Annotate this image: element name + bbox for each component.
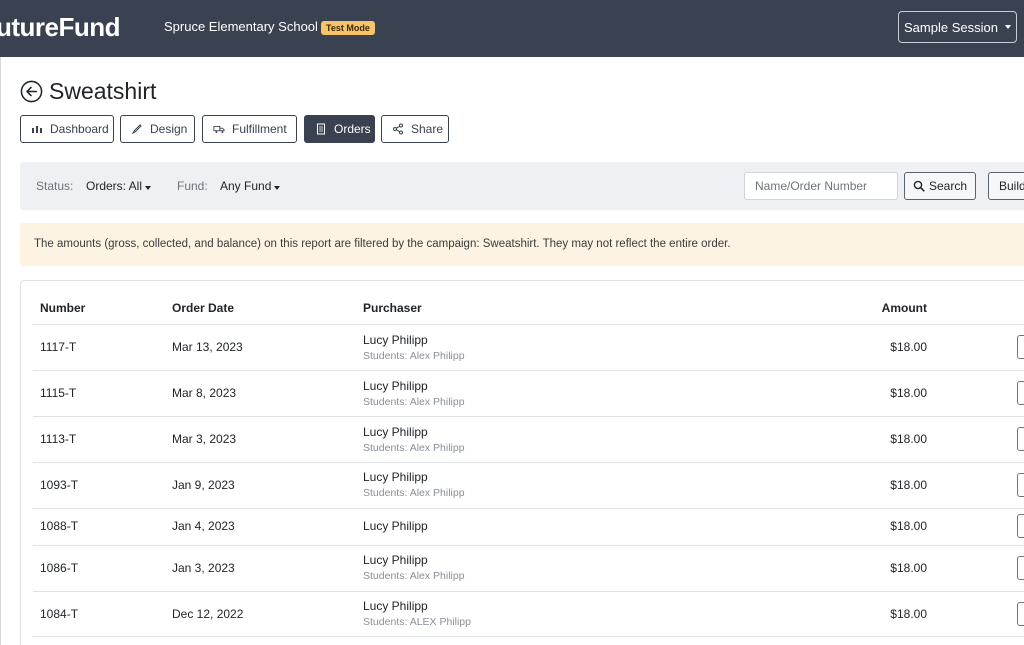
- fund-label: Fund:: [177, 179, 208, 193]
- dashboard-icon: [32, 126, 42, 133]
- search-icon: [913, 180, 925, 192]
- order-number[interactable]: 1117-T: [40, 340, 76, 354]
- caret-down-icon: [274, 186, 281, 190]
- test-mode-badge: Test Mode: [321, 21, 375, 35]
- order-date: Jan 4, 2023: [172, 519, 235, 533]
- school-name: Spruce Elementary School: [164, 19, 318, 34]
- order-amount: $18.00: [890, 561, 927, 575]
- receipt-icon: [317, 123, 325, 135]
- purchaser-name: Lucy Philipp: [363, 599, 428, 613]
- campaign-filter-notice: The amounts (gross, collected, and balan…: [20, 223, 1024, 266]
- purchaser-students: Students: ALEX Philipp: [363, 616, 471, 628]
- purchaser-students: Students: Alex Philipp: [363, 442, 465, 454]
- column-header-purchaser[interactable]: Purchaser: [363, 301, 422, 315]
- order-number[interactable]: 1113-T: [40, 432, 76, 446]
- share-button[interactable]: Share: [381, 115, 449, 143]
- caret-down-icon: [145, 186, 152, 190]
- dashboard-button[interactable]: Dashboard: [20, 115, 114, 143]
- row-divider: [33, 370, 1024, 371]
- order-date: Mar 8, 2023: [172, 386, 237, 400]
- row-divider: [33, 462, 1024, 463]
- purchaser-name: Lucy Philipp: [363, 333, 428, 347]
- row-divider: [33, 591, 1024, 592]
- status-value: Orders: All: [86, 179, 143, 193]
- fulfillment-button[interactable]: Fulfillment: [202, 115, 297, 143]
- top-navbar: [0, 0, 1024, 57]
- header-divider: [33, 324, 1024, 325]
- fulfillment-label: Fulfillment: [232, 122, 287, 136]
- share-label: Share: [411, 122, 444, 136]
- order-number[interactable]: 1084-T: [40, 607, 78, 621]
- order-amount: $18.00: [890, 340, 927, 354]
- status-label: Status:: [36, 179, 74, 193]
- search-button[interactable]: Search: [904, 172, 976, 200]
- search-input[interactable]: [744, 172, 898, 200]
- order-amount: $18.00: [890, 519, 927, 533]
- back-arrow-icon[interactable]: [20, 80, 43, 103]
- purchaser-students: Students: Alex Philipp: [363, 570, 465, 582]
- purchaser-name: Lucy Philipp: [363, 470, 428, 484]
- order-number[interactable]: 1093-T: [40, 478, 78, 492]
- row-action-button[interactable]: [1017, 381, 1024, 405]
- column-header-number[interactable]: Number: [40, 301, 85, 315]
- row-divider: [33, 545, 1024, 546]
- row-divider: [33, 636, 1024, 637]
- order-number[interactable]: 1088-T: [40, 519, 78, 533]
- purchaser-name: Lucy Philipp: [363, 379, 428, 393]
- brush-icon: [131, 124, 142, 135]
- orders-label: Orders: [334, 122, 371, 136]
- caret-down-icon: [1004, 25, 1011, 29]
- session-dropdown-button[interactable]: Sample Session: [898, 11, 1017, 43]
- row-action-button[interactable]: [1017, 514, 1024, 538]
- row-action-button[interactable]: [1017, 602, 1024, 626]
- row-divider: [33, 508, 1024, 509]
- order-date: Mar 13, 2023: [172, 340, 243, 354]
- order-amount: $18.00: [890, 432, 927, 446]
- order-amount: $18.00: [890, 607, 927, 621]
- design-label: Design: [150, 122, 188, 136]
- fund-value: Any Fund: [220, 179, 272, 193]
- share-icon: [393, 123, 403, 135]
- purchaser-name: Lucy Philipp: [363, 425, 428, 439]
- design-button[interactable]: Design: [120, 115, 195, 143]
- purchaser-students: Students: Alex Philipp: [363, 487, 465, 499]
- column-header-amount[interactable]: Amount: [882, 301, 927, 315]
- order-amount: $18.00: [890, 386, 927, 400]
- order-number[interactable]: 1115-T: [40, 386, 76, 400]
- purchaser-name: Lucy Philipp: [363, 553, 428, 567]
- page-left-border: [0, 57, 1, 645]
- status-dropdown[interactable]: Orders: All: [86, 179, 152, 193]
- row-divider: [33, 416, 1024, 417]
- dashboard-label: Dashboard: [50, 122, 109, 136]
- row-action-button[interactable]: [1017, 335, 1024, 359]
- page-title: Sweatshirt: [49, 78, 157, 104]
- order-number[interactable]: 1086-T: [40, 561, 78, 575]
- order-amount: $18.00: [890, 478, 927, 492]
- order-date: Dec 12, 2022: [172, 607, 244, 621]
- order-date: Jan 9, 2023: [172, 478, 235, 492]
- row-action-button[interactable]: [1017, 473, 1024, 497]
- purchaser-name: Lucy Philipp: [363, 519, 428, 533]
- order-date: Mar 3, 2023: [172, 432, 237, 446]
- brand-logo[interactable]: utureFund: [0, 12, 121, 43]
- fund-dropdown[interactable]: Any Fund: [220, 179, 281, 193]
- build-button[interactable]: Build: [988, 172, 1024, 200]
- session-label: Sample Session: [904, 19, 998, 35]
- row-action-button[interactable]: [1017, 556, 1024, 580]
- purchaser-students: Students: Alex Philipp: [363, 396, 465, 408]
- order-date: Jan 3, 2023: [172, 561, 235, 575]
- purchaser-students: Students: Alex Philipp: [363, 350, 465, 362]
- search-button-label: Search: [928, 179, 968, 193]
- row-action-button[interactable]: [1017, 427, 1024, 451]
- orders-button[interactable]: Orders: [304, 115, 375, 143]
- column-header-order-date[interactable]: Order Date: [172, 301, 234, 315]
- truck-icon: [213, 126, 225, 134]
